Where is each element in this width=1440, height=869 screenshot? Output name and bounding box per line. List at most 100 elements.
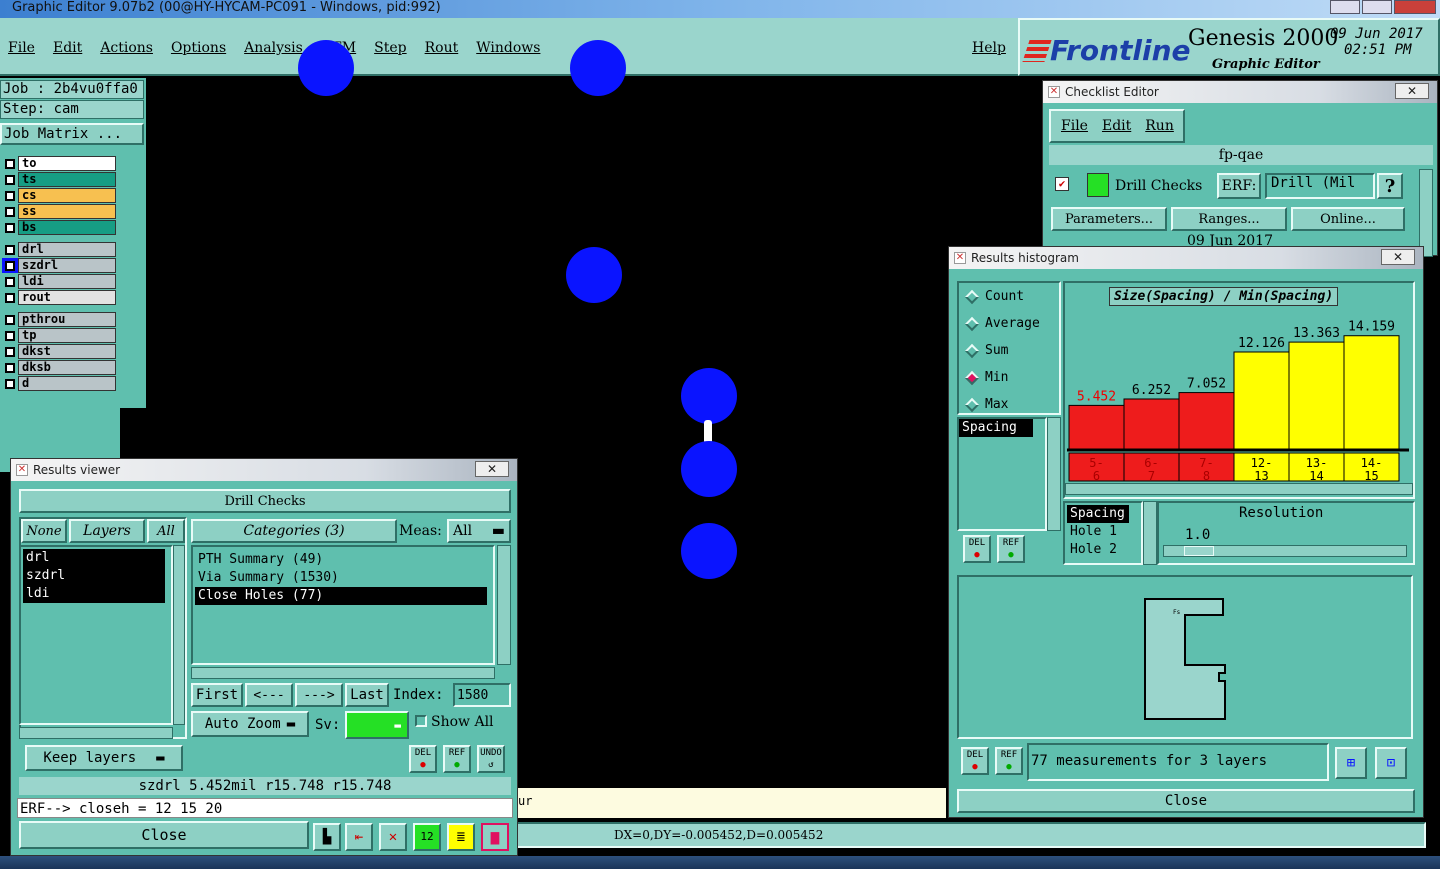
spacing-list-scrollbar[interactable] — [1143, 501, 1157, 565]
histogram-bar[interactable] — [1178, 392, 1235, 450]
result-layer-item[interactable]: szdrl — [23, 567, 165, 585]
layer-row-drl[interactable]: drl — [2, 242, 116, 257]
report-icon[interactable]: ≣ — [447, 823, 475, 851]
close-icon[interactable]: ✕ — [1381, 249, 1415, 265]
measure-list-scrollbar[interactable] — [1047, 417, 1061, 531]
layer-row-dkst[interactable]: dkst — [2, 344, 116, 359]
del-button[interactable]: DEL ● — [961, 747, 989, 775]
drill-hole[interactable] — [298, 40, 354, 96]
layer-row-to[interactable]: to — [2, 156, 116, 171]
histogram-bar[interactable] — [1068, 404, 1125, 450]
category-list-hscroll[interactable] — [191, 667, 495, 679]
del-button[interactable]: DEL ● — [963, 535, 991, 563]
category-item[interactable]: Close Holes (77) — [195, 587, 487, 605]
menu-edit[interactable]: Edit — [53, 40, 82, 56]
drill-hole[interactable] — [681, 441, 737, 497]
histogram-bar[interactable] — [1288, 341, 1345, 450]
severity-select[interactable]: ▬ — [345, 711, 409, 739]
result-layer-item[interactable]: drl — [23, 549, 165, 567]
category-list-scrollbar[interactable] — [497, 545, 511, 665]
layer-checkbox[interactable] — [2, 290, 18, 305]
cancel-cross-icon[interactable]: ✕ — [379, 823, 407, 851]
job-matrix-button[interactable]: Job Matrix ... — [0, 123, 144, 145]
next-button[interactable]: ---> — [295, 683, 343, 707]
layer-row-szdrl[interactable]: szdrl — [2, 258, 116, 273]
layer-row-tp[interactable]: tp — [2, 328, 116, 343]
mode-radio-sum[interactable]: Sum — [959, 337, 1059, 364]
menu-rout[interactable]: Rout — [425, 40, 459, 56]
layer-checkbox[interactable] — [2, 258, 18, 273]
drill-hole[interactable] — [681, 523, 737, 579]
menu-actions[interactable]: Actions — [100, 40, 153, 56]
menu-windows[interactable]: Windows — [476, 40, 540, 56]
ref-button[interactable]: REF ● — [997, 535, 1025, 563]
none-button[interactable]: None — [21, 519, 67, 543]
layers-button[interactable]: Layers — [69, 519, 145, 543]
keep-layers-select[interactable]: Keep layers ▬ — [25, 745, 183, 771]
checklist-menu-file[interactable]: File — [1061, 118, 1088, 134]
ref-button[interactable]: REF ● — [995, 747, 1023, 775]
menu-options[interactable]: Options — [171, 40, 226, 56]
spacing-list-item[interactable]: Hole 2 — [1067, 541, 1139, 559]
layer-row-cs[interactable]: cs — [2, 188, 116, 203]
layer-row-rout[interactable]: rout — [2, 290, 116, 305]
close-icon[interactable] — [1394, 0, 1436, 14]
exit-icon[interactable]: ⇤ — [345, 823, 373, 851]
category-item[interactable]: Via Summary (1530) — [195, 569, 487, 587]
mode-radio-average[interactable]: Average — [959, 310, 1059, 337]
online-button[interactable]: Online... — [1291, 207, 1405, 231]
check-checkbox[interactable]: ✔ — [1055, 177, 1069, 191]
help-menu[interactable]: Help — [972, 40, 1006, 56]
mode-radio-min[interactable]: Min — [959, 364, 1059, 391]
del-button[interactable]: DEL ● — [409, 745, 437, 773]
window-controls[interactable] — [1330, 0, 1436, 14]
show-all-checkbox[interactable] — [415, 715, 427, 727]
first-button[interactable]: First — [191, 683, 243, 707]
parameters-button[interactable]: Parameters... — [1051, 207, 1167, 231]
close-icon[interactable]: ✕ — [1395, 83, 1429, 99]
layer-checkbox[interactable] — [2, 220, 18, 235]
histogram-bar[interactable] — [1343, 335, 1400, 450]
layer-checkbox[interactable] — [2, 328, 18, 343]
histogram-icon[interactable]: ▆ — [481, 823, 509, 851]
help-button[interactable]: ? — [1377, 173, 1403, 199]
ranges-button[interactable]: Ranges... — [1171, 207, 1287, 231]
zoom-area-icon[interactable]: ⊡ — [1375, 747, 1407, 779]
measure-list-item[interactable]: Spacing — [959, 419, 1033, 437]
close-button[interactable]: Close — [19, 821, 309, 849]
histogram-bar[interactable] — [1233, 351, 1290, 450]
histogram-bar[interactable] — [1123, 398, 1180, 450]
layer-row-ldi[interactable]: ldi — [2, 274, 116, 289]
maximize-icon[interactable] — [1362, 0, 1393, 14]
layer-row-dksb[interactable]: dksb — [2, 360, 116, 375]
one-two-icon[interactable]: 12 — [413, 823, 441, 851]
layer-row-pthrou[interactable]: pthrou — [2, 312, 116, 327]
drill-hole[interactable] — [681, 368, 737, 424]
checklist-menu-run[interactable]: Run — [1145, 118, 1174, 134]
mode-radio-max[interactable]: Max — [959, 391, 1059, 418]
drill-hole[interactable] — [570, 40, 626, 96]
highlight-icon[interactable]: ▙ — [313, 823, 341, 851]
ref-button[interactable]: REF ● — [443, 745, 471, 773]
layer-list-scrollbar[interactable] — [173, 545, 185, 725]
spacing-list-item[interactable]: Hole 1 — [1067, 523, 1139, 541]
mode-radio-count[interactable]: Count — [959, 283, 1059, 310]
undo-button[interactable]: UNDO ↺ — [477, 745, 505, 773]
layer-checkbox[interactable] — [2, 274, 18, 289]
slider-handle[interactable] — [1184, 546, 1214, 556]
layer-checkbox[interactable] — [2, 360, 18, 375]
layer-row-bs[interactable]: bs — [2, 220, 116, 235]
chart-hscroll[interactable] — [1065, 483, 1413, 495]
zoom-fit-icon[interactable]: ⊞ — [1335, 747, 1367, 779]
spacing-list-item[interactable]: Spacing — [1067, 505, 1129, 523]
prev-button[interactable]: <--- — [245, 683, 293, 707]
layer-checkbox[interactable] — [2, 156, 18, 171]
layer-checkbox[interactable] — [2, 204, 18, 219]
layer-checkbox[interactable] — [2, 376, 18, 391]
result-layer-item[interactable]: ldi — [23, 585, 165, 603]
layer-checkbox[interactable] — [2, 242, 18, 257]
close-icon[interactable]: ✕ — [475, 461, 509, 477]
category-item[interactable]: PTH Summary (49) — [195, 551, 487, 569]
layer-row-ts[interactable]: ts — [2, 172, 116, 187]
index-input[interactable] — [453, 683, 511, 707]
